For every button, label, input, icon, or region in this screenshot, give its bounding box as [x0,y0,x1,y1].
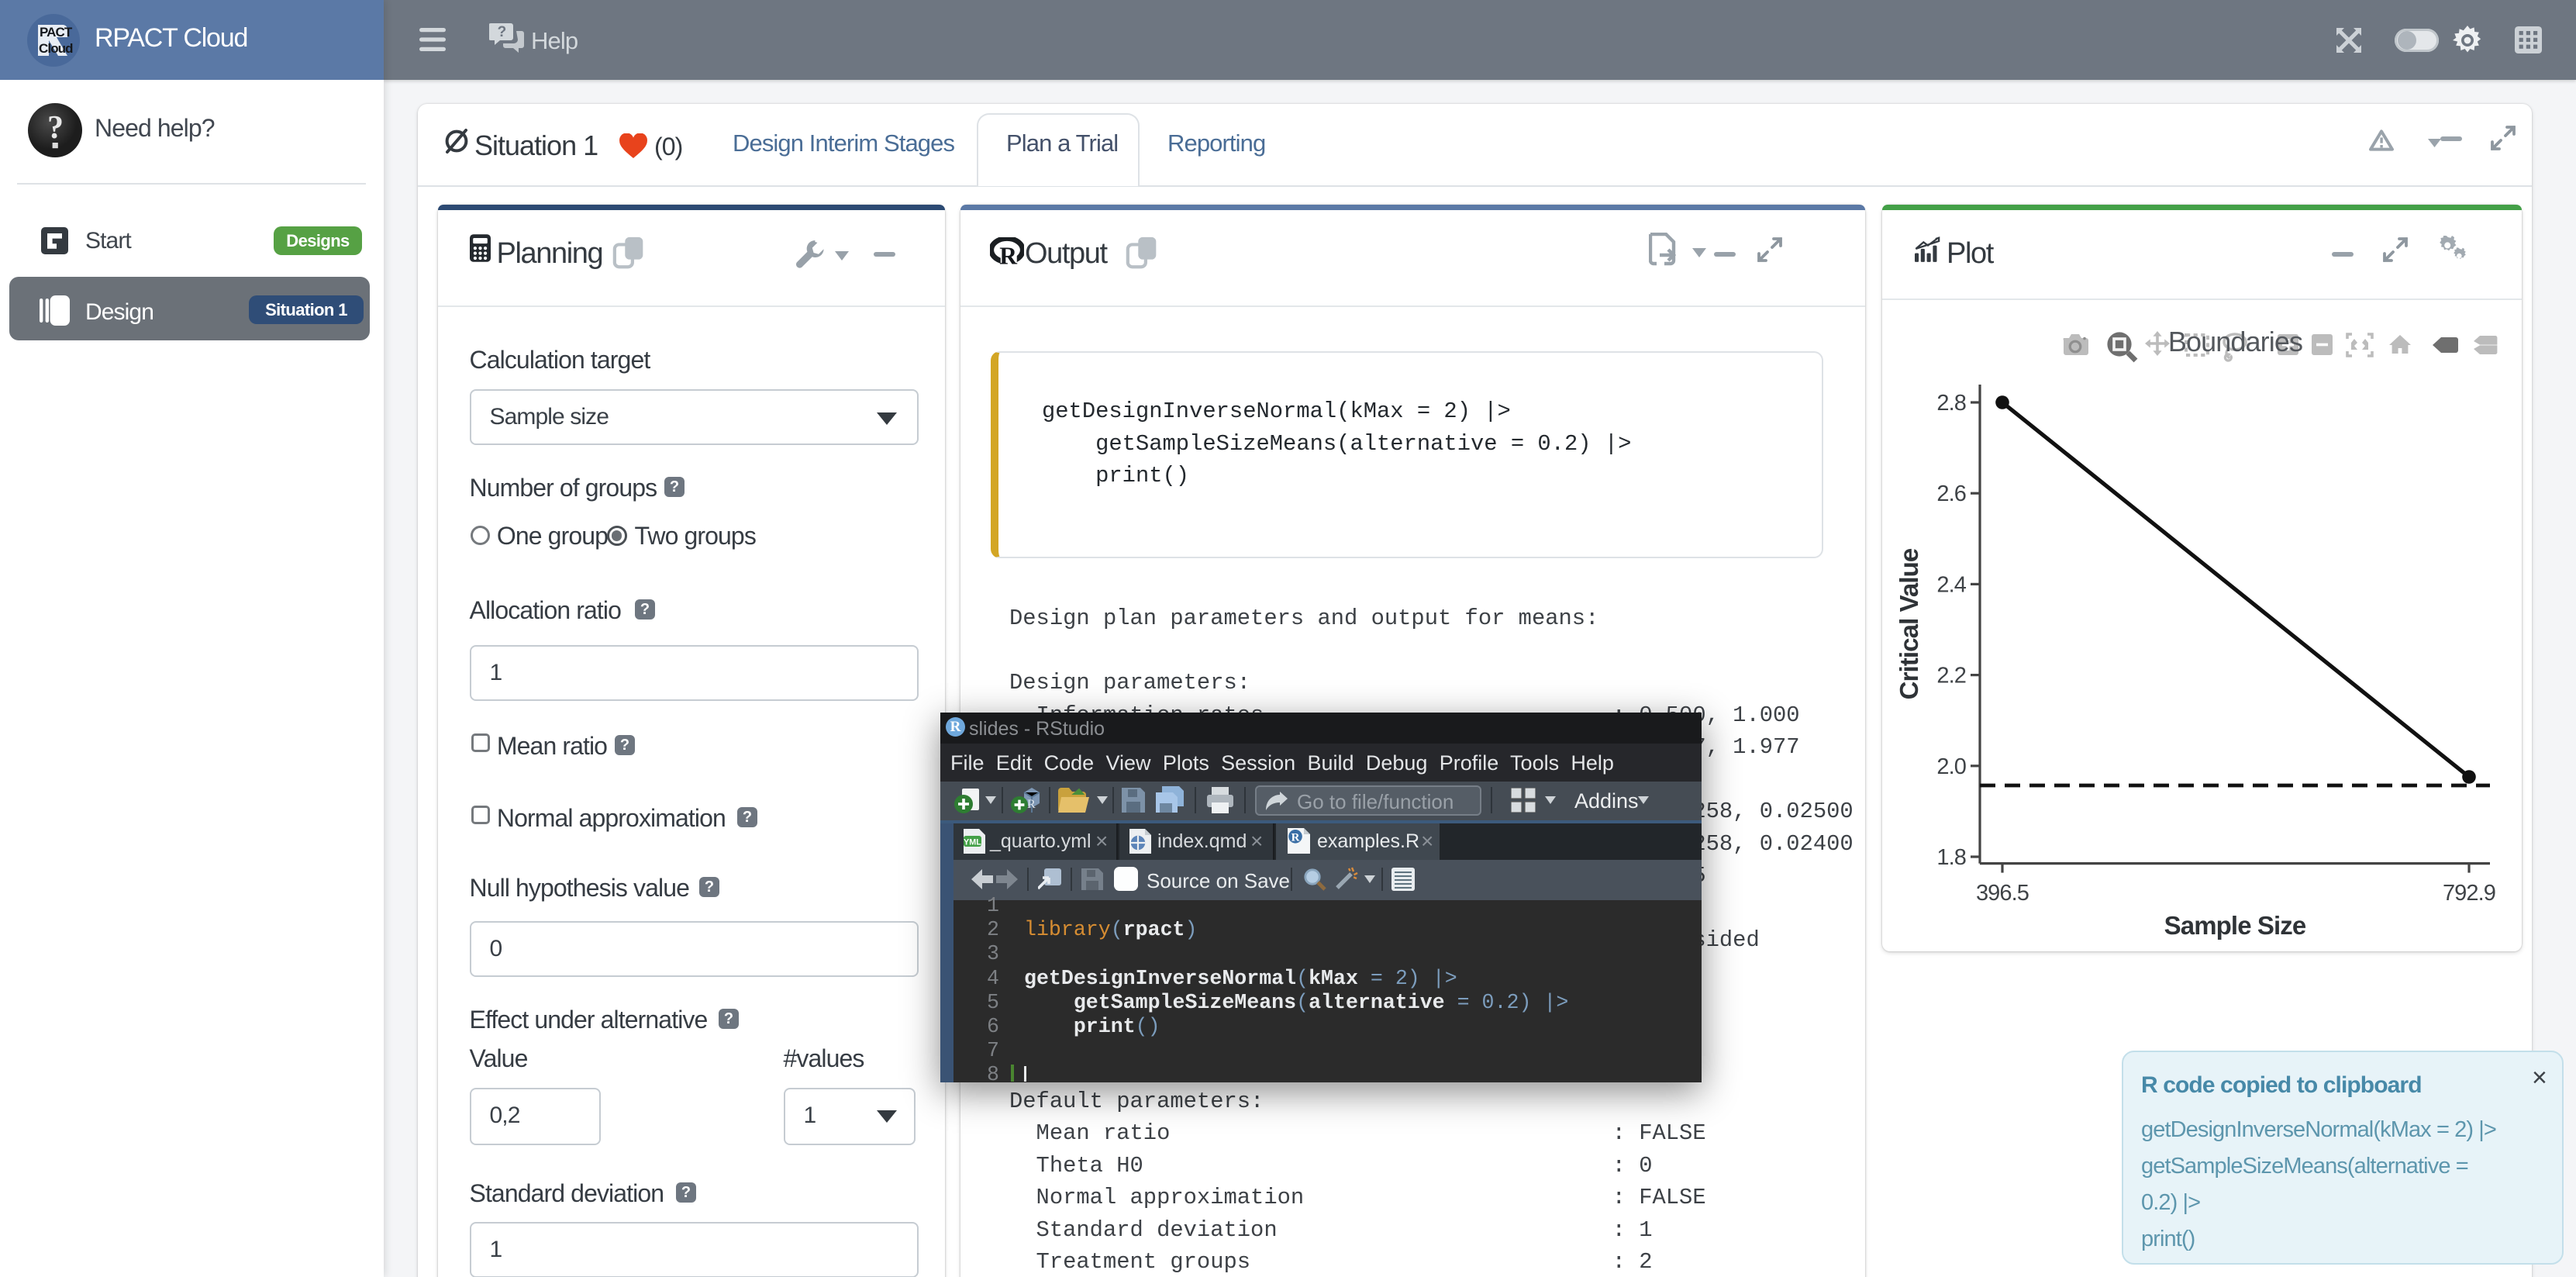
svg-text:2.2: 2.2 [1936,664,1966,689]
svg-text:2.0: 2.0 [1936,754,1966,779]
svg-text:2.8: 2.8 [1936,391,1966,416]
svg-text:Critical Value: Critical Value [1895,548,1923,699]
svg-text:R: R [999,243,1018,266]
svg-text:396.5: 396.5 [1976,881,2029,906]
svg-text:2.6: 2.6 [1936,481,1966,506]
svg-text:1.8: 1.8 [1936,845,1966,870]
svg-text:YML: YML [964,838,981,847]
svg-text:R: R [1027,798,1036,811]
svg-text:PACT: PACT [40,25,73,40]
svg-text:R: R [1291,831,1300,844]
svg-text:?: ? [47,110,63,146]
svg-text:2.4: 2.4 [1936,572,1966,597]
svg-text:?: ? [498,24,506,40]
svg-text:792.9: 792.9 [2443,881,2495,906]
svg-text:Boundaries: Boundaries [2168,326,2302,357]
svg-text:Cloud: Cloud [39,41,73,56]
svg-text:Sample Size: Sample Size [2164,911,2306,940]
